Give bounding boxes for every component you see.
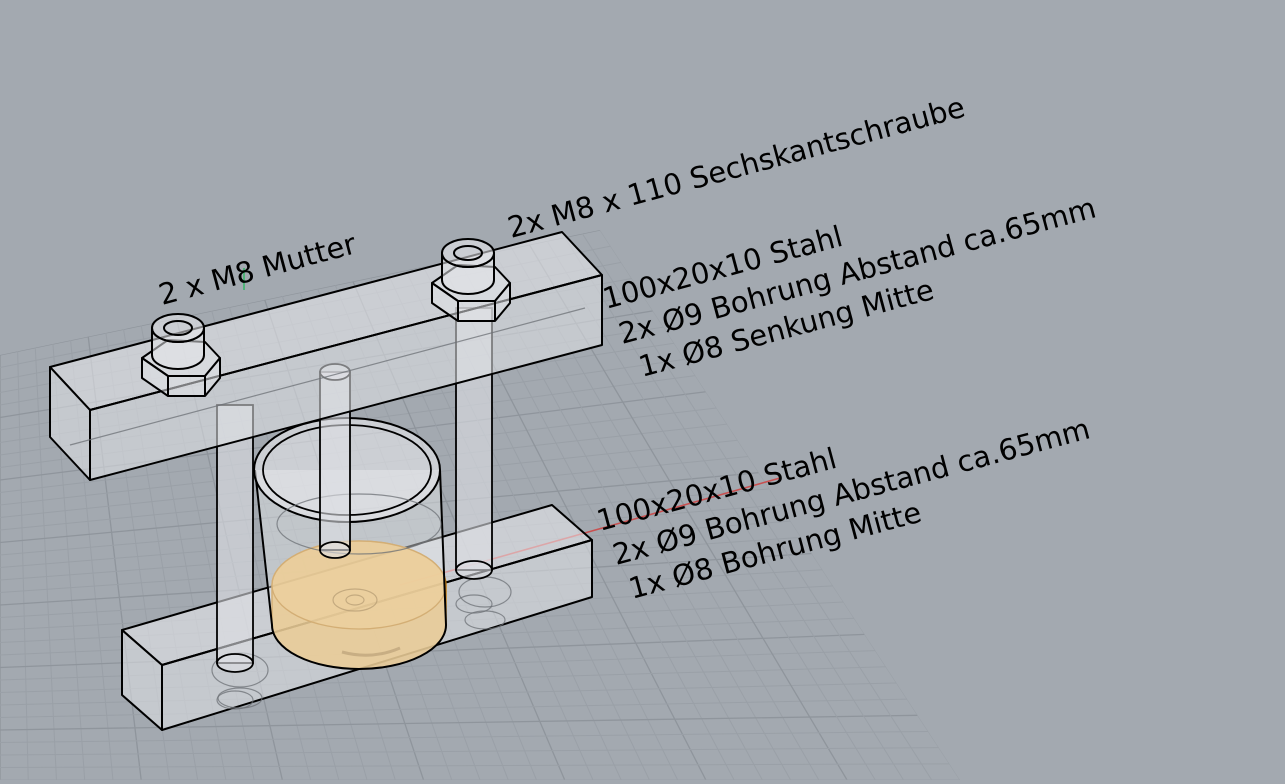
label-top-plate: 100x20x10 Stahl 2x Ø9 Bohrung Abstand ca… <box>599 190 1100 383</box>
bolt-left[interactable] <box>216 404 254 710</box>
label-bolts: 2x M8 x 110 Sechskantschraube <box>504 90 968 245</box>
viewport-canvas[interactable]: 2 x M8 Mutter 2x M8 x 110 Sechskantschra… <box>0 0 1285 780</box>
rhino-viewport[interactable]: 2 x M8 Mutter 2x M8 x 110 Sechskantschra… <box>0 0 1285 780</box>
